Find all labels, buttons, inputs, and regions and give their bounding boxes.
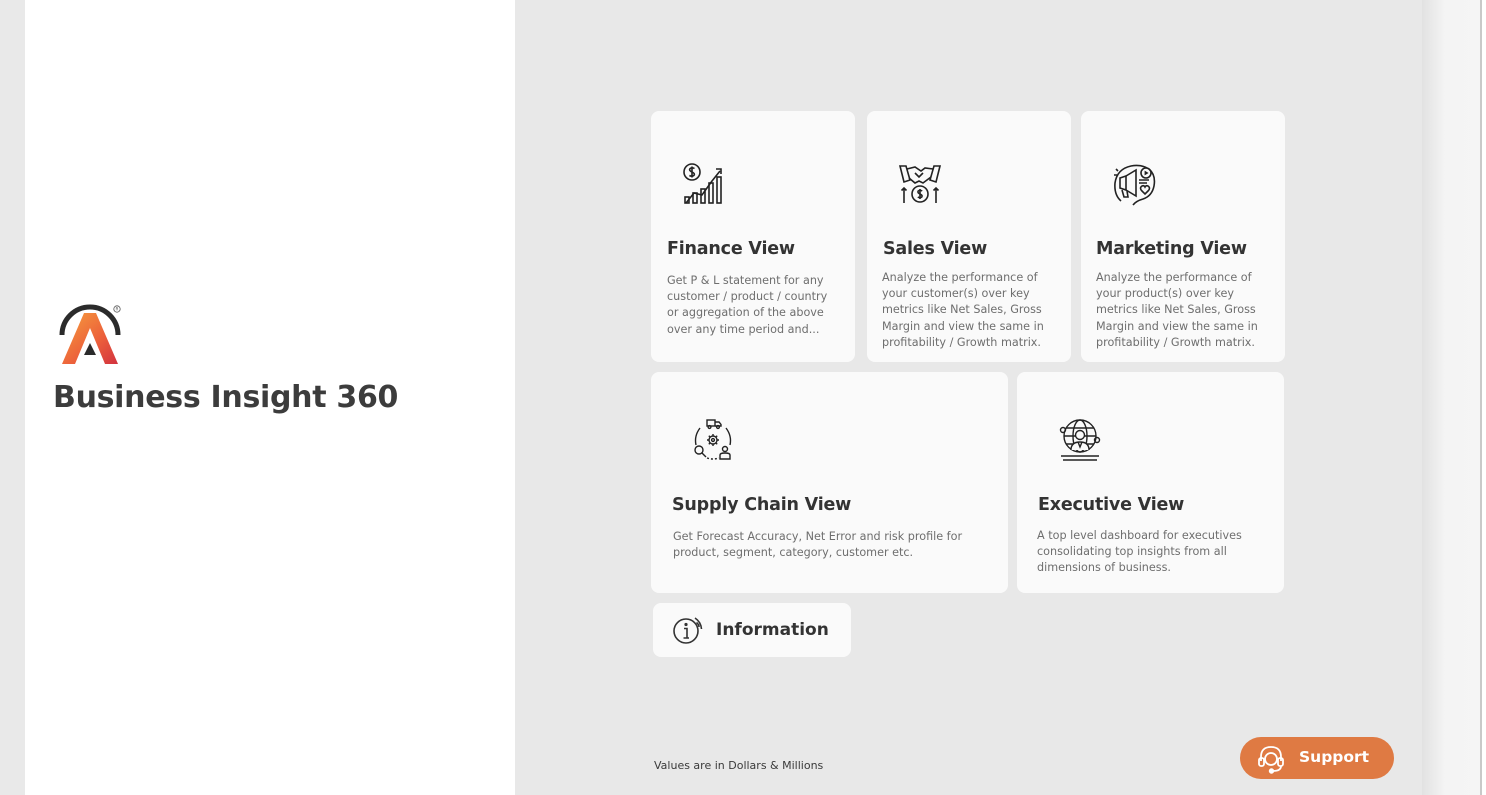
finance-view-title: Finance View [667, 239, 795, 259]
app-title: Business Insight 360 [53, 380, 399, 415]
marketing-megaphone-icon [1114, 164, 1156, 206]
support-button[interactable]: Support [1240, 737, 1394, 779]
marketing-view-description: Analyze the performance of your product(… [1096, 271, 1258, 349]
executive-view-title: Executive View [1038, 495, 1185, 515]
supply-chain-view-card[interactable]: Supply Chain View Get Forecast Accuracy,… [651, 372, 1008, 593]
marketing-view-card[interactable]: Marketing View Analyze the performance o… [1081, 111, 1285, 362]
headset-icon [1258, 746, 1284, 774]
finance-view-card[interactable]: Finance View Get P & L statement for any… [651, 111, 855, 362]
company-logo: R [59, 304, 121, 364]
globe-executive-icon [1059, 419, 1101, 461]
information-label: Information [716, 620, 829, 640]
handshake-dollar-icon [898, 165, 942, 203]
left-margin [0, 0, 25, 795]
finance-view-description: Get P & L statement for any customer / p… [667, 274, 828, 336]
sales-view-description: Analyze the performance of your customer… [882, 271, 1044, 349]
executive-view-card[interactable]: Executive View A top level dashboard for… [1017, 372, 1284, 593]
right-shadow [1422, 0, 1480, 795]
finance-growth-icon [683, 163, 722, 204]
sales-view-title: Sales View [883, 239, 988, 259]
information-button[interactable]: Information [653, 603, 851, 657]
svg-text:R: R [116, 307, 119, 312]
values-footnote: Values are in Dollars & Millions [654, 759, 824, 772]
marketing-view-title: Marketing View [1096, 239, 1247, 259]
support-label: Support [1299, 748, 1370, 766]
right-edge [1482, 0, 1486, 795]
supply-chain-cycle-icon [694, 419, 732, 460]
info-icon [673, 617, 703, 644]
supply-chain-view-title: Supply Chain View [672, 495, 852, 515]
supply-chain-view-description: Get Forecast Accuracy, Net Error and ris… [673, 530, 963, 560]
sales-view-card[interactable]: Sales View Analyze the performance of yo… [867, 111, 1071, 362]
executive-view-description: A top level dashboard for executives con… [1037, 529, 1242, 575]
